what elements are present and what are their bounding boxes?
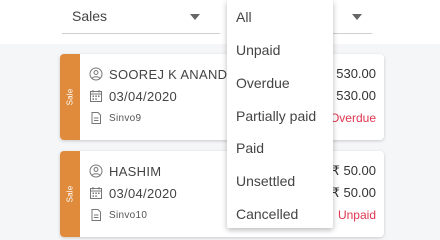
total-amount: ₹ 50.00 xyxy=(331,163,376,178)
type-select-value: Sales xyxy=(72,8,108,24)
customer-row: SOOREJ K ANAND xyxy=(89,66,227,82)
status-filter-menu: All Unpaid Overdue Partially paid Paid U… xyxy=(227,0,333,228)
date-row: 03/04/2020 xyxy=(89,185,177,201)
status-badge: Unpaid xyxy=(337,208,376,222)
person-icon xyxy=(89,164,103,178)
caret-down-icon xyxy=(190,14,200,20)
document-icon xyxy=(91,209,101,221)
menu-item-cancelled[interactable]: Cancelled xyxy=(236,206,298,222)
invoice-date: 03/04/2020 xyxy=(109,88,178,104)
person-icon xyxy=(89,67,103,81)
sale-type-strip: Sale xyxy=(60,151,80,237)
invoice-card[interactable]: Sale HASHIM 03/04/2020 Sinvo10 ₹ 50.00 ₹… xyxy=(60,151,384,237)
sale-type-label: Sale xyxy=(65,185,75,203)
invoice-number: Sinvo10 xyxy=(109,209,148,221)
date-row: 03/04/2020 xyxy=(89,88,177,104)
calendar-icon xyxy=(90,187,102,199)
balance-amount: 530.00 xyxy=(336,88,376,103)
invoice-row: Sinvo9 xyxy=(89,110,141,126)
balance-amount: ₹ 50.00 xyxy=(331,185,376,200)
customer-name: HASHIM xyxy=(109,163,162,179)
menu-item-overdue[interactable]: Overdue xyxy=(236,75,290,91)
invoice-row: Sinvo10 xyxy=(89,207,147,223)
sale-type-strip: Sale xyxy=(60,54,80,140)
calendar-icon xyxy=(90,90,102,102)
invoice-list-page: Sales Sale SOOREJ K ANAND 03/04/2020 Sin… xyxy=(0,0,440,240)
menu-item-paid[interactable]: Paid xyxy=(236,140,264,156)
invoice-number: Sinvo9 xyxy=(109,112,142,124)
menu-item-unsettled[interactable]: Unsettled xyxy=(236,173,295,189)
customer-row: HASHIM xyxy=(89,163,161,179)
type-select[interactable]: Sales xyxy=(62,0,220,34)
menu-item-unpaid[interactable]: Unpaid xyxy=(236,42,280,58)
menu-item-all[interactable]: All xyxy=(236,9,252,25)
total-amount: 530.00 xyxy=(336,66,376,81)
invoice-date: 03/04/2020 xyxy=(109,185,178,201)
sale-type-label: Sale xyxy=(65,88,75,106)
caret-down-icon xyxy=(352,14,362,20)
invoice-card[interactable]: Sale SOOREJ K ANAND 03/04/2020 Sinvo9 53… xyxy=(60,54,384,140)
menu-item-partially-paid[interactable]: Partially paid xyxy=(236,108,316,124)
status-badge: Overdue xyxy=(329,111,376,125)
customer-name: SOOREJ K ANAND xyxy=(109,66,228,82)
document-icon xyxy=(91,112,101,124)
filter-bar: Sales xyxy=(0,0,440,44)
